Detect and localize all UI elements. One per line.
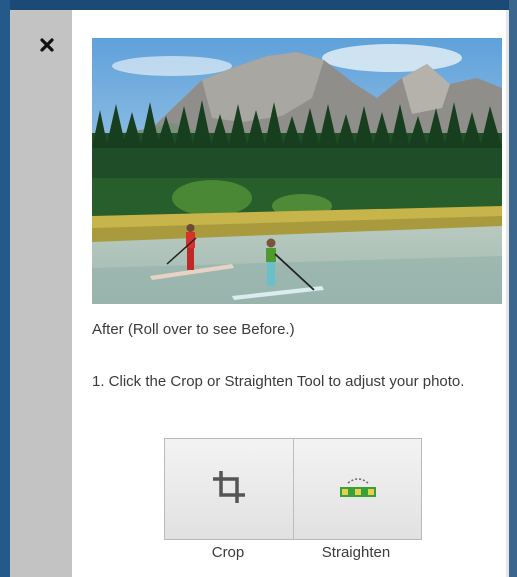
- guided-edit-panel: After (Roll over to see Before.) 1. Clic…: [72, 10, 509, 577]
- straighten-icon: [339, 478, 376, 497]
- lake-paddleboard-image: [92, 38, 502, 304]
- close-icon: [40, 38, 54, 52]
- step-instruction: 1. Click the Crop or Straighten Tool to …: [92, 373, 465, 390]
- crop-tool-label: Crop: [211, 544, 245, 561]
- straighten-tool-button[interactable]: [292, 439, 421, 539]
- side-rail: [10, 10, 72, 577]
- window-left-edge: [0, 0, 10, 577]
- crop-tool-button[interactable]: [165, 439, 293, 539]
- close-button[interactable]: [38, 36, 56, 54]
- panel-border: [506, 10, 509, 577]
- window-top-edge: [0, 0, 517, 10]
- straighten-tool-label: Straighten: [321, 544, 391, 561]
- preview-caption: After (Roll over to see Before.): [92, 321, 295, 338]
- tool-button-group: [164, 438, 422, 540]
- crop-icon: [213, 471, 245, 503]
- preview-photo[interactable]: [92, 38, 502, 304]
- window-right-edge: [509, 0, 517, 577]
